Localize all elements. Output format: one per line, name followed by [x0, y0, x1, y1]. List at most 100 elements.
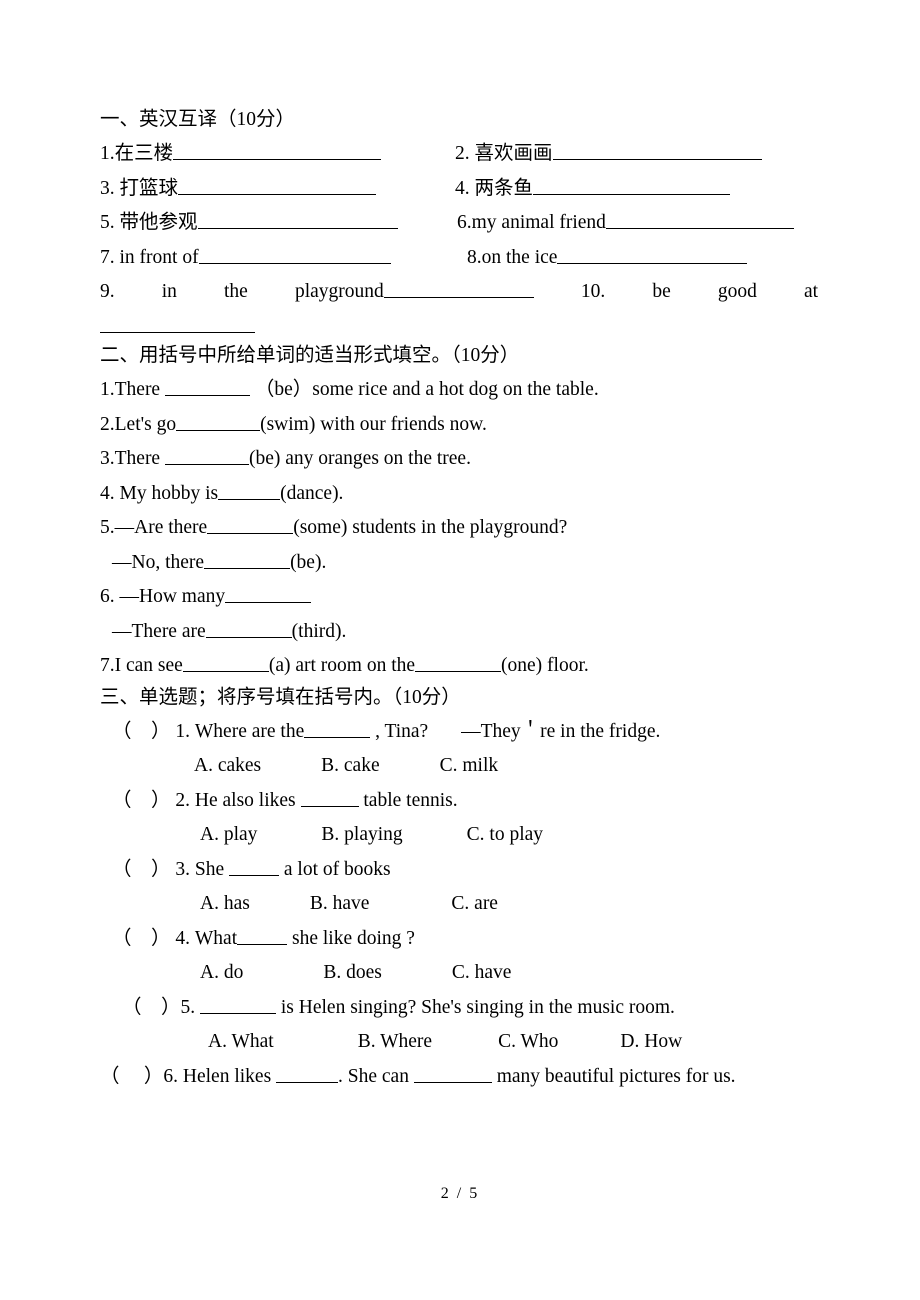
choice-q6-blank-2[interactable] — [413, 1064, 492, 1083]
choice-question-1: （ ） 1. Where are the , Tina? —They＇re in… — [100, 715, 820, 750]
choice-q1-blank[interactable] — [304, 719, 371, 738]
choice-q2-answer-box[interactable]: （ ） — [112, 790, 171, 811]
choice-q5-option-c[interactable]: C. Who — [498, 1031, 558, 1052]
choice-q2-stem-b: table tennis. — [363, 789, 458, 811]
choice-q2-stem-a: He also likes — [194, 789, 296, 811]
choice-q5-option-d[interactable]: D. How — [620, 1031, 682, 1052]
choice-q2-blank[interactable] — [300, 788, 359, 807]
translate-item-3: 3. 打篮球 — [100, 172, 377, 207]
translate-row-10-blank-line — [100, 310, 820, 345]
exam-page-body: 一、英汉互译（10分） 1.在三楼 2. 喜欢画画 3. 打篮球 4. 两条鱼 … — [100, 104, 820, 1094]
fill-q7-blank-1[interactable] — [182, 653, 269, 672]
fill-question-3: 3.There (be) any oranges on the tree. — [100, 442, 820, 477]
fill-q4-rest: (dance). — [280, 482, 344, 504]
choice-q1-stem-a: Where are the — [194, 720, 305, 742]
choice-question-2: （ ） 2. He also likes table tennis. — [100, 784, 820, 819]
item-9-label: 9. — [100, 281, 115, 302]
fill-q4-blank[interactable] — [218, 481, 281, 500]
item-6-label: 6. — [457, 212, 472, 233]
choice-q3-option-c[interactable]: C. are — [451, 893, 498, 914]
choice-q4-option-b[interactable]: B. does — [323, 962, 382, 983]
page-number-footer: 2 / 5 — [440, 1185, 480, 1202]
fill-q5b-blank[interactable] — [204, 550, 291, 569]
choice-q4-stem-b: she like doing ? — [292, 927, 415, 949]
translate-item-4: 4. 两条鱼 — [455, 172, 731, 207]
fill-q6b-blank[interactable] — [205, 619, 292, 638]
choice-q5-option-a[interactable]: A. What — [208, 1031, 274, 1052]
choice-q5-option-b[interactable]: B. Where — [358, 1031, 432, 1052]
fill-q7-blank-2[interactable] — [415, 653, 502, 672]
item-10-word-3: at — [804, 281, 819, 302]
choice-q3-stem-b: a lot of books — [283, 858, 391, 880]
fill-q5-blank[interactable] — [207, 515, 294, 534]
fill-q4-lead: 4. My hobby is — [100, 482, 219, 504]
fill-q1-blank[interactable] — [164, 377, 250, 396]
item-5-blank[interactable] — [197, 210, 398, 229]
translate-row-5-6: 5. 带他参观 6.my animal friend — [100, 206, 820, 241]
item-8-label: 8. — [467, 246, 482, 268]
choice-q2-option-b[interactable]: B. playing — [321, 824, 402, 845]
section-1-heading: 一、英汉互译（10分） — [100, 109, 296, 130]
choice-q4-answer-box[interactable]: （ ） — [112, 928, 171, 949]
fill-q5-lead: 5.—Are there — [100, 517, 208, 538]
choice-q1-option-a[interactable]: A. cakes — [194, 755, 261, 776]
item-6-text: my animal friend — [471, 212, 606, 233]
choice-q5-answer-box[interactable]: （ ） — [122, 997, 181, 1018]
fill-q6-blank[interactable] — [225, 584, 312, 603]
choice-q3-blank[interactable] — [229, 857, 280, 876]
fill-question-4: 4. My hobby is (dance). — [100, 477, 820, 512]
choice-q4-option-a[interactable]: A. do — [200, 962, 243, 983]
choice-q6-blank-1[interactable] — [276, 1064, 339, 1083]
item-7-blank[interactable] — [198, 245, 391, 264]
fill-q2-blank[interactable] — [176, 412, 261, 431]
item-7-label: 7. — [100, 246, 115, 268]
choice-q6-stem-c: many beautiful pictures for us. — [496, 1065, 736, 1087]
item-3-text: 打篮球 — [119, 177, 179, 199]
choice-q1-option-c[interactable]: C. milk — [440, 755, 499, 776]
section-2-heading: 二、用括号中所给单词的适当形式填空。（10分） — [100, 345, 520, 366]
fill-question-7: 7.I can see (a) art room on the (one) floo… — [100, 649, 820, 684]
item-1-blank[interactable] — [173, 141, 382, 160]
translate-row-9-10: 9. in the playground 10. be good at — [100, 275, 818, 310]
choice-q1-option-b[interactable]: B. cake — [321, 755, 379, 776]
item-6-blank[interactable] — [605, 210, 794, 229]
choice-q3-answer-box[interactable]: （ ） — [112, 859, 171, 880]
item-9-word-1: in — [161, 281, 177, 302]
item-2-blank[interactable] — [552, 141, 762, 160]
choice-q3-option-b[interactable]: B. have — [310, 893, 370, 914]
choice-q5-blank[interactable] — [200, 995, 277, 1014]
item-10-word-1: be — [652, 281, 671, 302]
item-4-blank[interactable] — [533, 176, 731, 195]
choice-q1-answer-box[interactable]: （ ） — [112, 721, 171, 742]
choice-q6-num: 6. — [163, 1065, 179, 1087]
choice-q4-options: A. do B. does C. have — [100, 956, 820, 991]
item-1-text: 在三楼 — [114, 143, 174, 164]
fill-q3-lead: 3.There — [100, 448, 161, 469]
item-9-blank[interactable] — [383, 279, 534, 298]
item-8-blank[interactable] — [557, 245, 748, 264]
choice-q6-stem-b: . She can — [338, 1065, 409, 1087]
translate-item-5: 5. 带他参观 — [100, 206, 398, 241]
translate-item-7: 7. in front of — [100, 241, 391, 276]
fill-question-6: 6. —How many — [100, 580, 820, 615]
item-10-word-2: good — [717, 281, 757, 302]
choice-q2-option-c[interactable]: C. to play — [467, 824, 543, 845]
choice-q2-option-a[interactable]: A. play — [200, 824, 257, 845]
fill-q7-tail: (one) floor. — [501, 655, 589, 676]
choice-q4-blank[interactable] — [237, 926, 288, 945]
choice-q3-option-a[interactable]: A. has — [200, 893, 250, 914]
fill-question-5-answer: —No, there (be). — [100, 546, 820, 581]
choice-q6-answer-box[interactable]: （ ） — [100, 1066, 163, 1087]
translate-row-3-4: 3. 打篮球 4. 两条鱼 — [100, 172, 820, 207]
fill-q3-rest: (be) any oranges on the tree. — [248, 448, 471, 469]
fill-q2-lead: 2.Let's go — [100, 413, 177, 435]
item-10-blank[interactable] — [100, 314, 255, 333]
choice-q3-stem-a: She — [194, 858, 225, 880]
fill-q3-blank[interactable] — [164, 446, 249, 465]
choice-q4-num: 4. — [175, 927, 191, 949]
item-1-label: 1. — [100, 143, 115, 164]
choice-q4-option-c[interactable]: C. have — [452, 962, 512, 983]
item-3-blank[interactable] — [178, 176, 377, 195]
item-9-word-2: the — [224, 281, 248, 302]
choice-q3-options: A. has B. have C. are — [100, 887, 820, 922]
